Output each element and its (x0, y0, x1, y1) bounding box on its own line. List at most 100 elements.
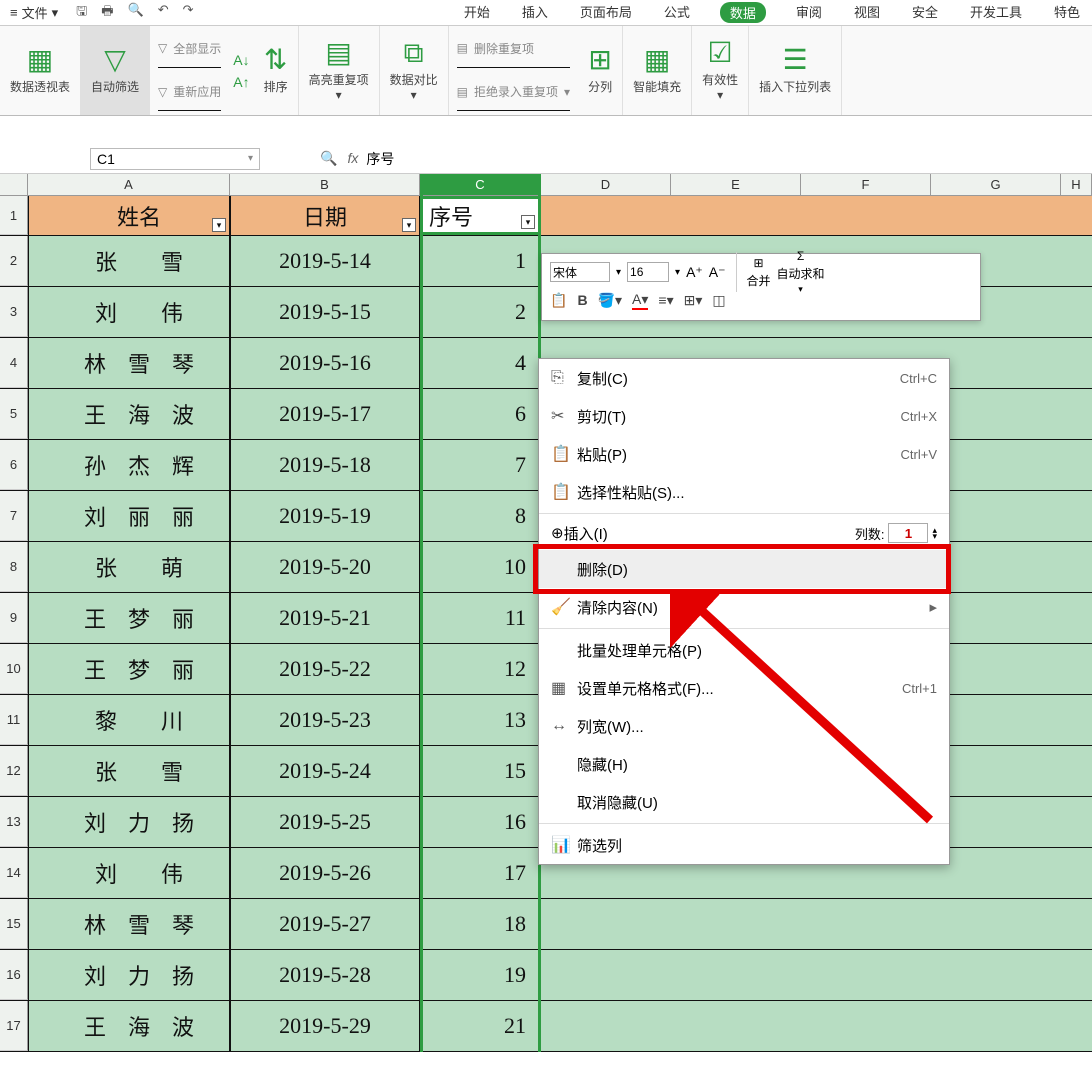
bold-icon[interactable]: B (577, 292, 587, 308)
col-header-H[interactable]: H (1061, 174, 1092, 195)
select-all-corner[interactable] (0, 174, 28, 195)
cell-date[interactable]: 2019-5-17 (230, 389, 420, 439)
cell-seq[interactable]: 7 (420, 440, 541, 490)
empty-cells[interactable] (541, 899, 1092, 949)
cell-seq[interactable]: 18 (420, 899, 541, 949)
row-header[interactable]: 12 (0, 746, 28, 796)
redo-icon[interactable]: ↷ (183, 2, 194, 24)
row-header[interactable]: 16 (0, 950, 28, 1000)
cell-name[interactable]: 张 雪 (28, 746, 230, 796)
cell-name[interactable]: 张 萌 (28, 542, 230, 592)
cell-date[interactable]: 2019-5-27 (230, 899, 420, 949)
cell-date[interactable]: 2019-5-28 (230, 950, 420, 1000)
cell-name[interactable]: 王 海 波 (28, 1001, 230, 1051)
cell-name[interactable]: 林 雪 琴 (28, 899, 230, 949)
reapply[interactable]: ▽重新应用 (158, 74, 221, 112)
tab-insert[interactable]: 插入 (520, 2, 550, 23)
cell-A1[interactable]: 姓名▾ (28, 196, 230, 235)
row-header[interactable]: 14 (0, 848, 28, 898)
ribbon-validation[interactable]: ☑有效性▾ (692, 26, 749, 115)
col-header-C[interactable]: C (420, 174, 541, 195)
cell-seq[interactable]: 6 (420, 389, 541, 439)
filter-button[interactable]: ▾ (402, 218, 416, 232)
col-header-E[interactable]: E (671, 174, 801, 195)
cell-name[interactable]: 王 梦 丽 (28, 593, 230, 643)
cell-date[interactable]: 2019-5-29 (230, 1001, 420, 1051)
cell-name[interactable]: 张 雪 (28, 236, 230, 286)
reject-dup[interactable]: ▤拒绝录入重复项▾ (457, 74, 570, 112)
ribbon-highlight[interactable]: ▤高亮重复项▾ (299, 26, 380, 115)
row-header[interactable]: 1 (0, 196, 28, 235)
ctx-filtercol[interactable]: 📊筛选列 (539, 826, 949, 864)
tab-view[interactable]: 视图 (852, 2, 882, 23)
autosum-button[interactable]: Σ自动求和▾ (777, 249, 825, 295)
tab-layout[interactable]: 页面布局 (578, 2, 634, 23)
col-header-D[interactable]: D (541, 174, 671, 195)
cell-date[interactable]: 2019-5-15 (230, 287, 420, 337)
ribbon-dropdown[interactable]: ☰插入下拉列表 (749, 26, 842, 115)
cell-date[interactable]: 2019-5-18 (230, 440, 420, 490)
cell-name[interactable]: 王 梦 丽 (28, 644, 230, 694)
tab-dev[interactable]: 开发工具 (968, 2, 1024, 23)
formula-input[interactable]: 序号 (358, 149, 1092, 169)
file-menu[interactable]: ≡ 文件 ▾ (4, 3, 64, 22)
row-header[interactable]: 3 (0, 287, 28, 337)
cell-date[interactable]: 2019-5-26 (230, 848, 420, 898)
chevron-down-icon[interactable]: ▾ (616, 267, 621, 278)
spinner-icon[interactable]: ▴▾ (932, 527, 937, 540)
cell-date[interactable]: 2019-5-21 (230, 593, 420, 643)
cell-seq[interactable]: 13 (420, 695, 541, 745)
cell-name[interactable]: 刘 丽 丽 (28, 491, 230, 541)
clipboard-icon[interactable]: 📋 (550, 292, 567, 309)
font-name-input[interactable] (550, 262, 610, 282)
ctx-clear[interactable]: 🧹清除内容(N)▸ (539, 588, 949, 626)
format-icon[interactable]: ◫ (712, 292, 725, 309)
row-header[interactable]: 15 (0, 899, 28, 949)
del-dup[interactable]: ▤删除重复项 (457, 30, 570, 68)
decrease-font-icon[interactable]: A⁻ (709, 264, 726, 281)
cell-name[interactable]: 刘 力 扬 (28, 797, 230, 847)
tab-data[interactable]: 数据 (720, 2, 766, 23)
merge-button[interactable]: ⊞合并 (747, 256, 771, 289)
row-header[interactable]: 11 (0, 695, 28, 745)
preview-icon[interactable]: 🔍 (128, 2, 144, 24)
cell-date[interactable]: 2019-5-23 (230, 695, 420, 745)
sort-asc-icon[interactable]: A↓ (233, 52, 249, 68)
cell-name[interactable]: 刘 伟 (28, 287, 230, 337)
cell-date[interactable]: 2019-5-22 (230, 644, 420, 694)
tab-security[interactable]: 安全 (910, 2, 940, 23)
ctx-batch[interactable]: 批量处理单元格(P) (539, 631, 949, 669)
cell-seq[interactable]: 21 (420, 1001, 541, 1051)
cell-seq[interactable]: 17 (420, 848, 541, 898)
col-header-F[interactable]: F (801, 174, 931, 195)
cell-C1[interactable]: 序号▾ (420, 196, 541, 235)
cell-B1[interactable]: 日期▾ (230, 196, 420, 235)
cell-name[interactable]: 林 雪 琴 (28, 338, 230, 388)
row-header[interactable]: 17 (0, 1001, 28, 1051)
row-header[interactable]: 4 (0, 338, 28, 388)
ctx-paste-special[interactable]: 📋选择性粘贴(S)... (539, 473, 949, 511)
ctx-delete[interactable]: 删除(D) (539, 550, 949, 588)
filter-button[interactable]: ▾ (212, 218, 226, 232)
increase-font-icon[interactable]: A⁺ (686, 264, 703, 281)
cell-seq[interactable]: 10 (420, 542, 541, 592)
empty-cells[interactable] (541, 1001, 1092, 1051)
ribbon-splitcol[interactable]: ⊞分列 (578, 26, 623, 115)
tab-formula[interactable]: 公式 (662, 2, 692, 23)
chevron-down-icon[interactable]: ▾ (675, 267, 680, 278)
zoom-icon[interactable]: 🔍 (320, 150, 337, 167)
row-header[interactable]: 8 (0, 542, 28, 592)
ctx-format[interactable]: ▦设置单元格格式(F)...Ctrl+1 (539, 669, 949, 707)
cell-seq[interactable]: 19 (420, 950, 541, 1000)
row-header[interactable]: 6 (0, 440, 28, 490)
cell-seq[interactable]: 8 (420, 491, 541, 541)
row-header[interactable]: 9 (0, 593, 28, 643)
empty-cells[interactable] (541, 196, 1092, 235)
cell-date[interactable]: 2019-5-16 (230, 338, 420, 388)
ctx-cut[interactable]: ✂剪切(T)Ctrl+X (539, 397, 949, 435)
tab-start[interactable]: 开始 (462, 2, 492, 23)
cell-name[interactable]: 黎 川 (28, 695, 230, 745)
cell-name[interactable]: 刘 力 扬 (28, 950, 230, 1000)
ribbon-pivot[interactable]: ▦数据透视表 (0, 26, 81, 115)
ctx-copy[interactable]: ⎘复制(C)Ctrl+C (539, 359, 949, 397)
